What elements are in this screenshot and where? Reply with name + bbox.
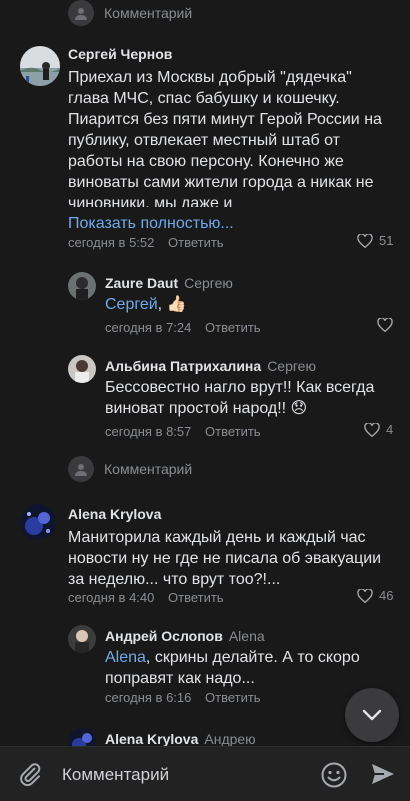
heart-icon [364,422,380,437]
like-button[interactable]: 51 [357,233,393,248]
send-icon[interactable] [370,762,396,791]
show-more-link[interactable]: Показать полностью... [68,215,234,233]
heart-icon [357,233,373,248]
avatar[interactable] [20,46,60,86]
attach-icon[interactable] [18,762,42,791]
comment-time: сегодня в 6:16 [105,690,192,705]
comment-time: сегодня в 7:24 [105,320,192,335]
like-button[interactable]: 46 [357,588,393,603]
reply-link-label: Комментарий [104,5,193,21]
comment-text: Приехал из Москвы добрый "дядечка" глава… [68,69,382,207]
comment-time: сегодня в 8:57 [105,424,192,439]
comment-composer [0,746,410,801]
mention-link[interactable]: Сергей [105,296,158,313]
avatar-placeholder-icon [68,456,94,482]
heart-icon [377,318,393,332]
reply-button[interactable]: Ответить [168,235,224,250]
reply-to: Сергею [267,358,316,374]
comment-author[interactable]: Альбина Патрихалина Сергею [105,358,316,374]
comment-author[interactable]: Alena Krylova [68,506,161,522]
comment-author[interactable]: Alena Krylova Андрею [105,731,256,746]
comment-author[interactable]: Андрей Ослопов Alena [105,628,265,644]
avatar[interactable] [68,355,96,383]
reply-link-middle[interactable]: Комментарий [68,456,192,482]
comment-text: Бессовестно нагло врут!! Как всегда вино… [105,379,375,417]
reply-button[interactable]: Ответить [205,424,261,439]
comment-time: сегодня в 4:40 [68,590,155,605]
like-button[interactable]: 4 [364,422,393,437]
comment-author[interactable]: Сергей Чернов [68,46,172,62]
avatar[interactable] [68,625,96,653]
heart-icon [357,588,373,603]
comment-input[interactable] [60,761,304,789]
comment-text: Сергей, 👍🏻 [105,296,187,313]
like-count: 46 [379,588,394,603]
comment-time: сегодня в 5:52 [68,235,155,250]
comment-author[interactable]: Zaure Daut Сергею [105,275,233,291]
like-count: 51 [379,233,394,248]
reply-button[interactable]: Ответить [205,320,261,335]
avatar-placeholder-icon [68,0,94,26]
reply-button[interactable]: Ответить [168,590,224,605]
scroll-down-button[interactable] [345,688,399,742]
emoji-icon[interactable] [320,761,348,794]
comments-feed[interactable]: Комментарий Сергей Чернов Приехал из Мос… [0,0,410,746]
mention-link[interactable]: Alena [105,649,146,666]
reply-button[interactable]: Ответить [205,690,261,705]
comment-text: Маниторила каждый день и каждый час ново… [68,529,382,588]
avatar[interactable] [68,272,96,300]
reply-to: Сергею [184,275,233,291]
like-count: 4 [386,422,394,437]
avatar[interactable] [68,728,96,746]
like-button[interactable] [377,318,393,332]
comment-text: Alena, скрины делайте. А то скоро поправ… [105,649,360,687]
avatar[interactable] [20,504,56,540]
chevron-down-icon [362,709,382,721]
reply-link-label: Комментарий [104,461,193,477]
reply-to: Alena [228,628,265,644]
reply-to: Андрею [204,731,256,746]
reply-link-top[interactable]: Комментарий [68,0,192,26]
